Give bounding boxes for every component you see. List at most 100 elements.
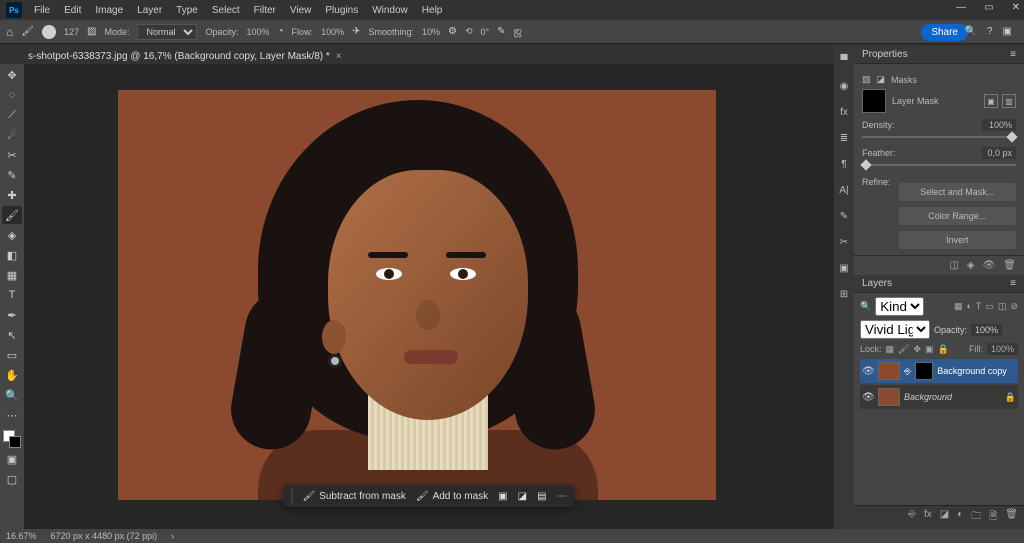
filter-smart-icon[interactable]: ◫ (998, 301, 1007, 312)
properties-panel-tab[interactable]: Properties ≡ (854, 46, 1024, 64)
add-pixel-mask-icon[interactable]: ▣ (984, 94, 998, 108)
canvas-area[interactable]: 🖌 Subtract from mask 🖌 Add to mask ▣ ◪ ▤… (24, 64, 834, 529)
menu-edit[interactable]: Edit (58, 3, 87, 18)
layer-filter-kind[interactable]: Kind (875, 297, 924, 316)
menu-layer[interactable]: Layer (131, 3, 168, 18)
lock-all-icon[interactable]: 🔒 (938, 344, 949, 355)
angle-value[interactable]: 0° (481, 27, 490, 37)
menu-view[interactable]: View (284, 3, 318, 18)
layer-row[interactable]: 👁 ⎆ Background copy (860, 359, 1018, 383)
menu-type[interactable]: Type (170, 3, 204, 18)
delete-layer-icon[interactable]: 🗑 (1005, 509, 1018, 526)
ctx-option-1-icon[interactable]: ▣ (498, 491, 507, 502)
pen-tool[interactable]: ✒ (2, 306, 22, 324)
brush-preview[interactable] (42, 25, 56, 39)
path-select-tool[interactable]: ↖ (2, 326, 22, 344)
help-icon[interactable]: ? (987, 26, 993, 37)
panel-brush-icon[interactable]: ✎ (836, 208, 852, 224)
panel-character-icon[interactable]: ¶ (836, 156, 852, 172)
layer-mask-thumb[interactable] (862, 89, 886, 113)
group-icon[interactable]: 🗀 (971, 509, 981, 526)
lock-pixels-icon[interactable]: 🖌 (898, 344, 909, 355)
lock-trans-icon[interactable]: ▦ (886, 344, 895, 355)
panel-fx-icon[interactable]: fx (836, 104, 852, 120)
layers-panel-tab[interactable]: Layers ≡ (854, 275, 1024, 293)
brush-picker-icon[interactable]: ▨ (87, 26, 96, 37)
symmetry-icon[interactable]: ஜ (514, 26, 522, 38)
load-selection-icon[interactable]: ◫ (949, 260, 958, 271)
filter-shape-icon[interactable]: ▭ (985, 301, 994, 312)
mask-thumb[interactable] (915, 362, 933, 380)
more-tools[interactable]: ⋯ (2, 406, 22, 424)
menu-image[interactable]: Image (89, 3, 129, 18)
menu-help[interactable]: Help (416, 3, 449, 18)
zoom-level[interactable]: 16.67% (6, 531, 37, 541)
maximize-icon[interactable]: ▭ (984, 2, 993, 13)
layers-menu-icon[interactable]: ≡ (1010, 278, 1016, 289)
select-and-mask-button[interactable]: Select and Mask... (899, 183, 1016, 201)
type-tool[interactable]: T (2, 286, 22, 304)
ctx-more-icon[interactable]: ⋯ (557, 491, 567, 502)
pixel-mask-icon[interactable]: ▨ (862, 74, 871, 85)
panel-menu-icon[interactable]: ≡ (1010, 49, 1016, 60)
screen-mode-icon[interactable]: ▢ (2, 470, 22, 488)
filter-pixel-icon[interactable]: ▦ (954, 301, 963, 312)
home-icon[interactable]: ⌂ (6, 25, 13, 39)
menu-select[interactable]: Select (206, 3, 246, 18)
minimize-icon[interactable]: — (956, 2, 966, 13)
layer-name[interactable]: Background (904, 392, 952, 402)
density-slider[interactable] (862, 133, 1016, 141)
clone-tool[interactable]: ◈ (2, 226, 22, 244)
doc-dimensions[interactable]: 6720 px x 4480 px (72 ppi) (51, 531, 158, 541)
panel-libraries-icon[interactable]: ⊞ (836, 286, 852, 302)
brush-tool-icon[interactable]: 🖌 (21, 26, 34, 37)
shape-tool[interactable]: ▭ (2, 346, 22, 364)
workspace-icon[interactable]: ▣ (1003, 26, 1012, 37)
smoothing-value[interactable]: 10% (422, 27, 440, 37)
filter-type-icon[interactable]: T (976, 301, 982, 312)
quick-select-tool[interactable]: ☄ (2, 126, 22, 144)
pressure-size-icon[interactable]: ✎ (497, 26, 505, 37)
eraser-tool[interactable]: ◧ (2, 246, 22, 264)
ctx-option-2-icon[interactable]: ◪ (518, 491, 527, 502)
ctx-option-3-icon[interactable]: ▤ (537, 491, 546, 502)
vector-mask-icon[interactable]: ◪ (877, 74, 886, 85)
panel-history-icon[interactable]: ▣ (836, 260, 852, 276)
eyedropper-tool[interactable]: ✎ (2, 166, 22, 184)
mask-add-icon[interactable]: ◪ (940, 509, 949, 526)
fx-icon[interactable]: fx (924, 509, 932, 526)
blend-mode-select[interactable]: Vivid Light (860, 320, 930, 339)
panel-adjust-icon[interactable]: ✂ (836, 234, 852, 250)
lock-nest-icon[interactable]: ▣ (925, 344, 934, 355)
crop-tool[interactable]: ✂ (2, 146, 22, 164)
fg-bg-colors[interactable] (3, 430, 21, 448)
apply-mask-icon[interactable]: ◈ (967, 260, 975, 271)
new-layer-icon[interactable]: 🗎 (989, 509, 997, 526)
feather-slider[interactable] (862, 161, 1016, 169)
color-range-button[interactable]: Color Range... (899, 207, 1016, 225)
smoothing-gear-icon[interactable]: ⚙ (448, 26, 457, 37)
share-button[interactable]: Share (921, 24, 968, 41)
close-icon[interactable]: ✕ (1012, 2, 1020, 13)
brush-tool[interactable]: 🖌 (2, 206, 22, 224)
zoom-tool[interactable]: 🔍 (2, 386, 22, 404)
visibility-toggle-icon[interactable]: 👁 (862, 392, 874, 403)
brush-size[interactable]: 127 (64, 27, 79, 37)
angle-icon[interactable]: ⟲ (465, 26, 473, 37)
panel-paragraph-icon[interactable]: ≣ (836, 130, 852, 146)
panel-color-icon[interactable]: ▀ (836, 52, 852, 68)
invert-button[interactable]: Invert (899, 231, 1016, 249)
panel-swatches-icon[interactable]: ◉ (836, 78, 852, 94)
layer-row[interactable]: 👁 Background 🔒 (860, 385, 1018, 409)
menu-plugins[interactable]: Plugins (319, 3, 364, 18)
fill-value[interactable]: 100% (987, 343, 1018, 355)
add-to-mask-button[interactable]: 🖌 Add to mask (416, 491, 488, 502)
quick-mask-icon[interactable]: ▣ (2, 450, 22, 468)
layer-name[interactable]: Background copy (937, 366, 1007, 376)
opacity-value[interactable]: 100% (246, 27, 269, 37)
search-icon[interactable]: 🔍 (965, 26, 977, 37)
menu-file[interactable]: File (28, 3, 56, 18)
menu-window[interactable]: Window (366, 3, 414, 18)
subtract-from-mask-button[interactable]: 🖌 Subtract from mask (302, 491, 405, 502)
document-canvas[interactable] (118, 90, 716, 500)
